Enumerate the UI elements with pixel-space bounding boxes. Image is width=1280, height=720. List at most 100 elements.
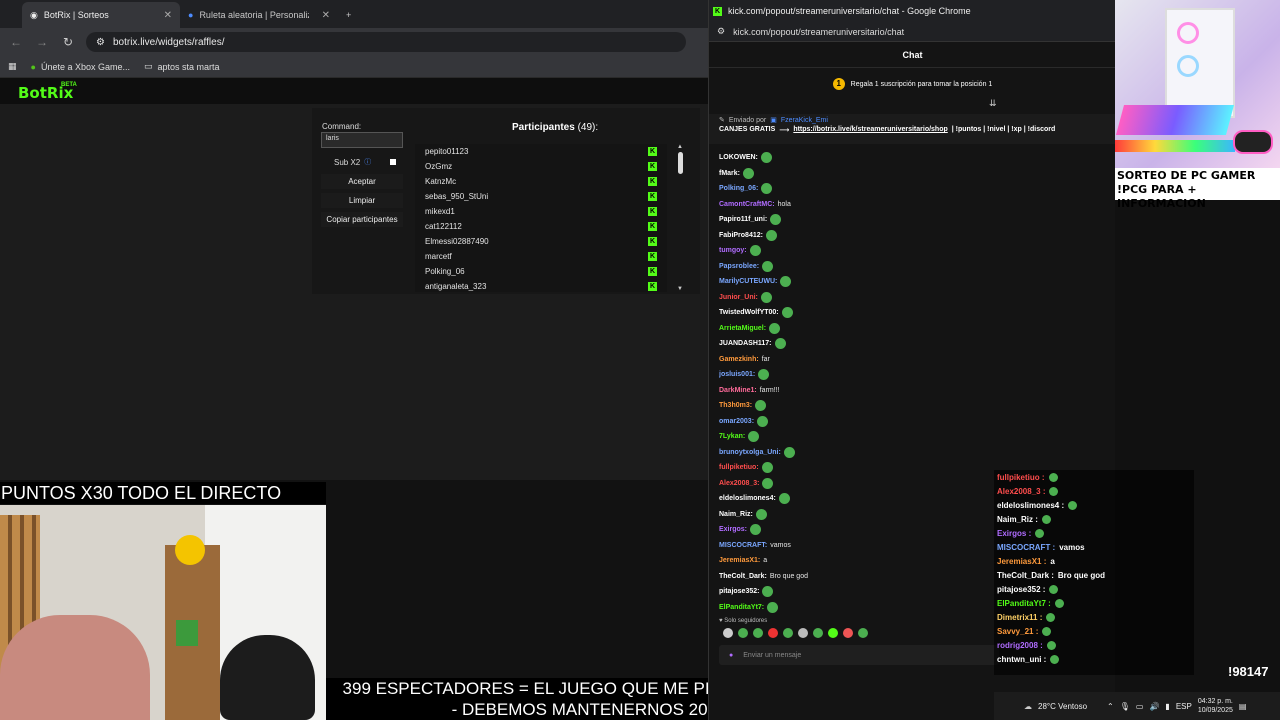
close-icon[interactable]: ✕ [322,10,330,21]
scroll-up-icon[interactable]: ▲ [675,144,685,150]
weather-icon[interactable]: ☁ [1024,702,1032,711]
chat-username[interactable]: JeremiasX1: [719,557,760,564]
sub-x2-checkbox[interactable] [390,159,396,165]
emote-icon[interactable] [858,628,868,638]
gift-banner[interactable]: 1 Regala 1 suscripción para tomar la pos… [709,70,1116,98]
chat-username[interactable]: CamontCraftMC: [719,201,775,208]
chat-username[interactable]: Polking_06: [719,185,758,192]
chat-username[interactable]: Papsroblee: [719,263,759,270]
participant-row[interactable]: OzGmz K [415,159,667,174]
accept-button[interactable]: Aceptar [321,174,403,189]
emote-icon[interactable] [738,628,748,638]
chat-username[interactable]: FabiPro8412: [719,232,763,239]
chat-username[interactable]: Gamezkinh: [719,356,759,363]
emote-icon[interactable] [753,628,763,638]
chat-username[interactable]: Exirgos: [719,526,747,533]
site-info-icon[interactable]: ⚙ [717,26,725,37]
emote-icon[interactable] [798,628,808,638]
emote-icon [1035,528,1045,538]
participant-row[interactable]: cat122112 K [415,219,667,234]
command-input[interactable]: laris [321,132,403,148]
chat-url-bar[interactable]: ⚙ kick.com/popout/streameruniversitario/… [709,22,1116,42]
chat-username[interactable]: MISCOCRAFT: [719,542,767,549]
chat-input[interactable]: ● Enviar un mensaje [719,645,999,665]
participant-row[interactable]: mikexd1 K [415,204,667,219]
chat-username[interactable]: DarkMine1: [719,387,757,394]
chat-input-placeholder: Enviar un mensaje [743,651,802,659]
chat-username[interactable]: fullpiketiuo: [719,464,759,471]
network-icon[interactable]: ▭ [1136,702,1144,711]
kick-icon: K [648,192,657,201]
pinned-link[interactable]: https://botrix.live/k/streameruniversita… [793,126,947,134]
participant-row[interactable]: Polking_06 K [415,264,667,279]
language-indicator[interactable]: ESP [1176,702,1192,711]
tab-bar: ◉ BotRix | Sorteos ✕ ● Ruleta aleatoria … [0,0,708,28]
participants-scrollbar[interactable]: ▲ ▼ [675,144,685,292]
emote-icon[interactable] [828,628,838,638]
chevron-up-icon[interactable]: ⌃ [1107,702,1114,711]
emote-icon[interactable] [813,628,823,638]
bookmark-folder[interactable]: ▭ aptos sta marta [144,61,220,72]
chat-username[interactable]: Th3h0m3: [719,402,752,409]
participant-row[interactable]: pepito01123 K [415,144,667,159]
chat-message: brunoytxolga_Uni: [719,445,1114,461]
new-tab-button[interactable]: + [338,2,359,28]
participant-row[interactable]: KatnzMc K [415,174,667,189]
chat-message: Papiro11f_uni: [719,212,1114,228]
chat-username[interactable]: Alex2008_3: [719,480,759,487]
chat-username[interactable]: ElPanditaYt7: [719,604,764,611]
emote-icon[interactable] [783,628,793,638]
pin-toggle-icon[interactable]: ⇊ [989,98,997,109]
chat-username[interactable]: eldeloslimones4: [719,495,776,502]
chat-username[interactable]: JUANDASH117: [719,340,772,347]
chat-username[interactable]: josluis001: [719,371,755,378]
scroll-down-icon[interactable]: ▼ [675,286,685,292]
chat-username[interactable]: MarilyCUTEUWU: [719,278,777,285]
clock[interactable]: 04:32 p. m. 10/09/2025 [1198,697,1233,715]
weather-text[interactable]: 28°C Ventoso [1038,702,1087,711]
chat-username[interactable]: pitajose352: [719,588,759,595]
chat-message: JUANDASH117: [719,336,1114,352]
tab-ruleta[interactable]: ● Ruleta aleatoria | Personaliza y ✕ [180,2,338,28]
site-info-icon[interactable]: ⚙ [96,37,105,48]
chat-username[interactable]: brunoytxolga_Uni: [719,449,781,456]
mic-tray-icon[interactable]: 🎙 [1120,702,1130,711]
chat-username[interactable]: LOKOWEN: [719,154,758,161]
tab-botrix[interactable]: ◉ BotRix | Sorteos ✕ [22,2,180,28]
chat-username[interactable]: omar2003: [719,418,754,425]
reload-icon[interactable]: ↻ [60,35,76,49]
emote-icon[interactable] [723,628,733,638]
rgb-strip [1115,140,1235,152]
battery-icon[interactable]: ▮ [1165,702,1169,711]
participant-row[interactable]: marcetf K [415,249,667,264]
apps-icon[interactable]: ▦ [8,61,17,72]
chat-username[interactable]: fMark: [719,170,740,177]
creeper-figure [176,620,198,646]
participant-row[interactable]: sebas_950_StUni K [415,189,667,204]
chat-username[interactable]: Papiro11f_uni: [719,216,767,223]
participant-row[interactable]: Elmessi02887490 K [415,234,667,249]
participants-list[interactable]: pepito01123 K OzGmz K KatnzMc Ksebas_950_StUn… [415,144,667,292]
forward-icon[interactable]: → [34,35,50,49]
clear-button[interactable]: Limpiar [321,193,403,208]
chat-username[interactable]: 7Lykan: [719,433,745,440]
copy-participants-button[interactable]: Copiar participantes [321,212,403,227]
volume-icon[interactable]: 🔊 [1149,702,1159,711]
url-bar[interactable]: ⚙ botrix.live/widgets/raffles/ [86,32,686,52]
back-icon[interactable]: ← [8,35,24,49]
mic-icon[interactable]: ● [729,652,733,659]
participant-row[interactable]: antiganaleta_323 K [415,279,667,292]
emote-icon[interactable] [768,628,778,638]
chat-username[interactable]: ArrietaMiguel: [719,325,766,332]
chat-username[interactable]: TheColt_Dark: [719,573,767,580]
overlay-username: MISCOCRAFT : [997,542,1056,552]
chat-username[interactable]: tumgoy: [719,247,747,254]
scroll-thumb[interactable] [677,152,683,174]
notifications-icon[interactable]: ▤ [1239,702,1247,711]
emote-icon[interactable] [843,628,853,638]
chat-username[interactable]: TwistedWolfYT00: [719,309,779,316]
chat-username[interactable]: Naim_Riz: [719,511,753,518]
close-icon[interactable]: ✕ [164,10,172,21]
bookmark-xbox[interactable]: ● Únete a Xbox Game... [31,62,130,72]
chat-username[interactable]: Junior_Uni: [719,294,758,301]
